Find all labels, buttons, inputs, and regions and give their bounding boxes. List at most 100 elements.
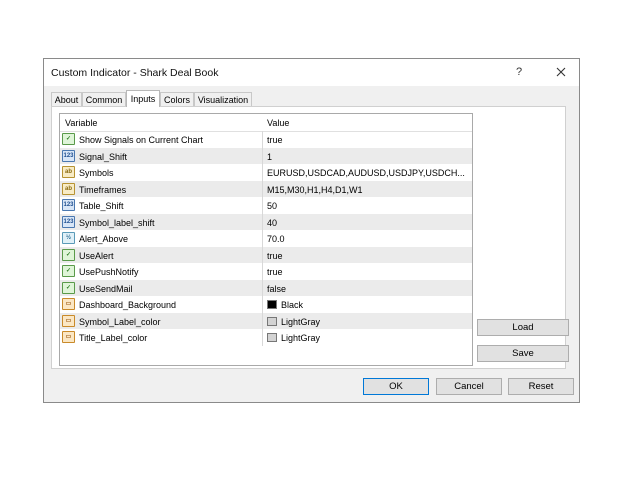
value-cell[interactable]: false: [267, 284, 467, 294]
column-separator: [262, 246, 263, 263]
variable-cell: ✓ Show Signals on Current Chart: [62, 131, 262, 148]
reset-button[interactable]: Reset: [508, 378, 574, 395]
int-icon: 123: [62, 149, 75, 162]
variable-cell: ▭ Dashboard_Background: [62, 296, 262, 313]
input-row[interactable]: ▭ Dashboard_Background Black: [60, 296, 472, 313]
variable-name: UseSendMail: [79, 283, 133, 294]
input-row[interactable]: 123 Signal_Shift 1: [60, 147, 472, 165]
save-button[interactable]: Save: [477, 345, 569, 362]
value-cell[interactable]: Black: [281, 300, 481, 310]
input-row[interactable]: 123 Table_Shift 50: [60, 197, 472, 214]
variable-cell: 123 Symbol_label_shift: [62, 214, 262, 231]
variable-cell: ab Symbols: [62, 164, 262, 181]
inputs-grid: Variable Value ✓ Show Signals on Current …: [59, 113, 473, 366]
column-separator: [262, 131, 263, 148]
variable-cell: 123 Signal_Shift: [62, 148, 262, 165]
bool-icon: ✓: [62, 248, 75, 261]
cancel-button[interactable]: Cancel: [436, 378, 502, 395]
custom-indicator-dialog: Custom Indicator - Shark Deal Book ? Abo…: [43, 58, 580, 403]
grid-header: Variable Value: [60, 114, 472, 132]
help-button[interactable]: ?: [511, 64, 527, 80]
variable-name: Dashboard_Background: [79, 300, 177, 310]
column-separator: [262, 230, 263, 247]
value-cell[interactable]: true: [267, 135, 467, 145]
column-separator: [262, 164, 263, 181]
color-icon: ▭: [62, 314, 75, 327]
value-cell[interactable]: true: [267, 251, 467, 261]
color-swatch: [267, 300, 277, 309]
value-cell[interactable]: M15,M30,H1,H4,D1,W1: [267, 185, 467, 195]
value-cell[interactable]: 40: [267, 218, 467, 228]
input-row[interactable]: ab Symbols EURUSD,USDCAD,AUDUSD,USDJPY,USD…: [60, 164, 472, 181]
input-row[interactable]: ½ Alert_Above 70.0: [60, 230, 472, 247]
variable-name: UseAlert: [79, 250, 114, 261]
input-row[interactable]: ab Timeframes M15,M30,H1,H4,D1,W1: [60, 180, 472, 198]
input-row[interactable]: ✓ UseAlert true: [60, 246, 472, 264]
variable-cell: ▭ Symbol_Label_color: [62, 313, 262, 330]
close-button[interactable]: [553, 64, 569, 80]
variable-name: Title_Label_color: [79, 333, 148, 343]
bool-icon: ✓: [62, 281, 75, 294]
variable-name: Symbol_Label_color: [79, 316, 161, 327]
variable-cell: ✓ UseSendMail: [62, 280, 262, 297]
value-cell[interactable]: 50: [267, 201, 467, 211]
tab-common[interactable]: Common: [82, 92, 126, 106]
column-header-value[interactable]: Value: [267, 118, 289, 128]
column-separator: [262, 147, 263, 164]
column-separator: [262, 296, 263, 313]
int-icon: 123: [62, 199, 75, 211]
tab-about[interactable]: About: [51, 92, 82, 106]
string-icon: ab: [62, 182, 75, 195]
ok-button[interactable]: OK: [363, 378, 429, 395]
load-button[interactable]: Load: [477, 319, 569, 336]
tab-visualization[interactable]: Visualization: [194, 92, 252, 106]
variable-cell: ab Timeframes: [62, 181, 262, 198]
column-separator: [262, 180, 263, 197]
color-icon: ▭: [62, 331, 75, 343]
input-row[interactable]: 123 Symbol_label_shift 40: [60, 213, 472, 231]
tab-colors[interactable]: Colors: [160, 92, 194, 106]
column-separator: [262, 279, 263, 296]
column-separator: [262, 263, 263, 280]
variable-name: Symbols: [79, 168, 114, 178]
inputs-panel: Variable Value ✓ Show Signals on Current …: [51, 106, 569, 369]
title-bar: Custom Indicator - Shark Deal Book ?: [44, 59, 579, 86]
variable-cell: ▭ Title_Label_color: [62, 329, 262, 346]
value-cell[interactable]: true: [267, 267, 467, 277]
variable-name: Timeframes: [79, 184, 127, 195]
input-row[interactable]: ✓ Show Signals on Current Chart true: [60, 131, 472, 148]
color-swatch: [267, 316, 277, 326]
close-icon: [556, 67, 566, 77]
value-cell[interactable]: LightGray: [281, 317, 481, 327]
dialog-title: Custom Indicator - Shark Deal Book: [51, 67, 219, 79]
color-icon: ▭: [62, 298, 75, 310]
value-cell[interactable]: LightGray: [281, 333, 481, 343]
variable-name: Signal_Shift: [79, 151, 128, 162]
column-separator: [262, 213, 263, 230]
value-cell[interactable]: EURUSD,USDCAD,AUDUSD,USDJPY,USDCH...: [267, 168, 467, 178]
variable-name: Symbol_label_shift: [79, 217, 155, 228]
variable-name: Show Signals on Current Chart: [79, 135, 204, 145]
value-cell[interactable]: 70.0: [267, 234, 467, 244]
color-swatch: [267, 333, 277, 342]
double-icon: ½: [62, 232, 75, 244]
input-row[interactable]: ✓ UsePushNotify true: [60, 263, 472, 280]
variable-cell: 123 Table_Shift: [62, 197, 262, 214]
column-header-variable[interactable]: Variable: [65, 118, 97, 128]
string-icon: ab: [62, 166, 75, 178]
input-row[interactable]: ▭ Title_Label_color LightGray: [60, 329, 472, 346]
variable-name: UsePushNotify: [79, 267, 139, 277]
input-row[interactable]: ▭ Symbol_Label_color LightGray: [60, 312, 472, 330]
value-cell[interactable]: 1: [267, 152, 467, 162]
variable-cell: ✓ UseAlert: [62, 247, 262, 264]
tab-inputs[interactable]: Inputs: [126, 90, 160, 107]
column-separator: [262, 197, 263, 214]
column-separator: [262, 329, 263, 346]
variable-cell: ✓ UsePushNotify: [62, 263, 262, 280]
input-row[interactable]: ✓ UseSendMail false: [60, 279, 472, 297]
bool-icon: ✓: [62, 265, 75, 277]
bool-icon: ✓: [62, 133, 75, 145]
variable-cell: ½ Alert_Above: [62, 230, 262, 247]
int-icon: 123: [62, 215, 75, 228]
column-separator: [262, 312, 263, 329]
